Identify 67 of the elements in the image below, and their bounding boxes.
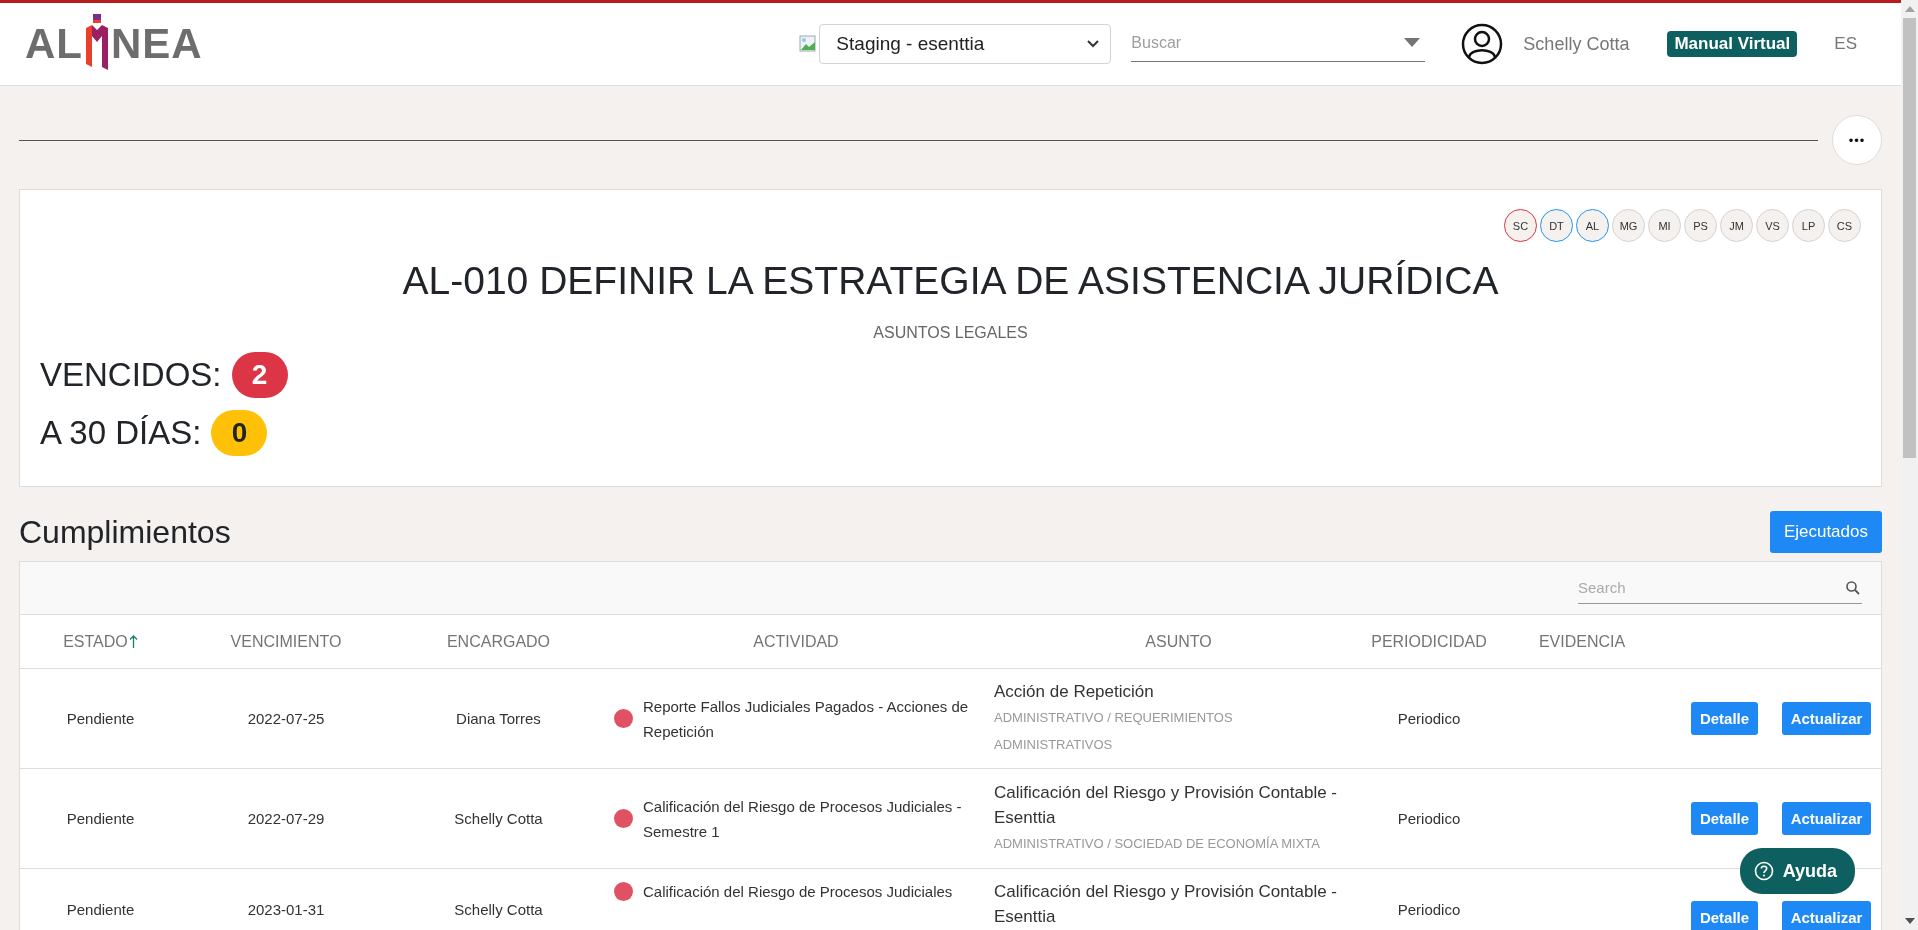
user-initials-avatar[interactable]: VS <box>1756 209 1789 242</box>
question-icon <box>1753 861 1774 881</box>
column-header[interactable]: EVIDENCIA <box>1487 632 1677 651</box>
language-selector[interactable]: ES <box>1834 34 1857 54</box>
column-header[interactable]: ACTIVIDAD <box>606 632 986 651</box>
user-initials-avatar[interactable]: SC <box>1504 209 1537 242</box>
ejecutados-button[interactable]: Ejecutados <box>1769 511 1882 553</box>
table-cell-text: 2022-07-29 <box>246 810 326 827</box>
process-area: ASUNTOS LEGALES <box>40 324 1861 342</box>
user-initials-avatar[interactable]: DT <box>1540 209 1573 242</box>
table-cell-text: 2023-01-31 <box>246 900 326 918</box>
row-button[interactable]: Actualizar <box>1781 802 1872 835</box>
more-button[interactable]: ••• <box>1832 115 1882 165</box>
table-cell-text: Periodico <box>1396 710 1462 727</box>
logo-text: NEA <box>111 20 203 68</box>
table-cell-text: Schelly Cotta <box>453 900 544 918</box>
table-cell-text: Calificación del Riesgo de Procesos Judiciales <box>643 882 953 902</box>
user-initials-avatar[interactable]: LP <box>1792 209 1825 242</box>
table-search-field[interactable]: Search <box>1578 572 1862 604</box>
table-cell-text: Schelly Cotta <box>453 810 544 827</box>
caret-down-icon <box>1404 38 1421 47</box>
count-badge: 2 <box>231 352 288 398</box>
row-button[interactable]: Detalle <box>1690 702 1759 735</box>
table-cell-text: Pendiente <box>65 810 136 827</box>
table-cell-text: Calificación del Riesgo y Provisión Contable - Esenttia <box>994 881 1338 928</box>
help-button[interactable]: Ayuda <box>1739 848 1855 894</box>
table-cell-text: Acción de Repetición <box>994 681 1155 703</box>
column-header[interactable]: VENCIMIENTO <box>181 632 391 651</box>
user-initials-avatar[interactable]: PS <box>1684 209 1717 242</box>
row-button[interactable]: Actualizar <box>1781 702 1872 735</box>
column-header[interactable]: ENCARGADO <box>391 632 606 651</box>
table-cell-text: Pendiente <box>65 710 136 727</box>
table-cell-text: ADMINISTRATIVO / REQUERIMIENTOS ADMINISTRATIVOS <box>994 709 1234 754</box>
process-title: AL-010 DEFINIR LA ESTRATEGIA DE ASISTENCIA JURÍDICA <box>401 259 1500 303</box>
column-header[interactable]: ESTADO <box>20 632 181 651</box>
search-icon <box>1846 581 1860 595</box>
row-button[interactable]: Actualizar <box>1781 901 1872 930</box>
manual-button[interactable]: Manual Virtual <box>1667 31 1798 57</box>
logo-text: AL <box>25 20 83 68</box>
table-cell-text: Calificación del Riesgo y Provisión Contable - Esenttia <box>994 782 1338 829</box>
counter-label: A 30 DÍAS: <box>40 414 202 452</box>
table-cell-text: Periodico <box>1396 810 1462 827</box>
user-initials-avatar[interactable]: MG <box>1612 209 1645 242</box>
section-title: Cumplimientos <box>19 513 231 551</box>
table-cell-text: Reporte Fallos Judiciales Pagados - Acciones de Repetición <box>643 696 970 742</box>
row-button[interactable]: Detalle <box>1690 901 1759 930</box>
logo-figure-icon <box>84 12 110 72</box>
workspace-select[interactable]: Staging - esenttia <box>819 24 1112 64</box>
counter-label: VENCIDOS: <box>40 356 222 394</box>
row-button[interactable]: Detalle <box>1690 802 1759 835</box>
table-cell-text: Diana Torres <box>455 710 542 727</box>
broken-image-icon <box>799 35 818 53</box>
column-header[interactable]: PERIODICIDAD <box>1371 632 1487 651</box>
user-initials-avatar[interactable]: AL <box>1576 209 1609 242</box>
column-header[interactable]: ASUNTO <box>986 632 1371 651</box>
user-name[interactable]: Schelly Cotta <box>1523 33 1630 55</box>
user-avatar-icon <box>1461 23 1504 65</box>
table-cell-text: 2022-07-25 <box>246 710 326 727</box>
table-cell-text: Periodico <box>1396 900 1462 918</box>
table-cell-text: ADMINISTRATIVO / SOCIEDAD DE ECONOMÍA MIXTA <box>994 835 1321 853</box>
table-cell-text: Pendiente <box>65 900 136 918</box>
user-initials-avatar[interactable]: JM <box>1720 209 1753 242</box>
user-initials-avatar[interactable]: CS <box>1828 209 1861 242</box>
table-cell-text: Calificación del Riesgo de Procesos Judiciales - Semestre 1 <box>643 796 963 842</box>
count-badge: 0 <box>211 410 268 456</box>
chevron-down-icon <box>1086 39 1101 49</box>
user-initials-avatar[interactable]: MI <box>1648 209 1681 242</box>
